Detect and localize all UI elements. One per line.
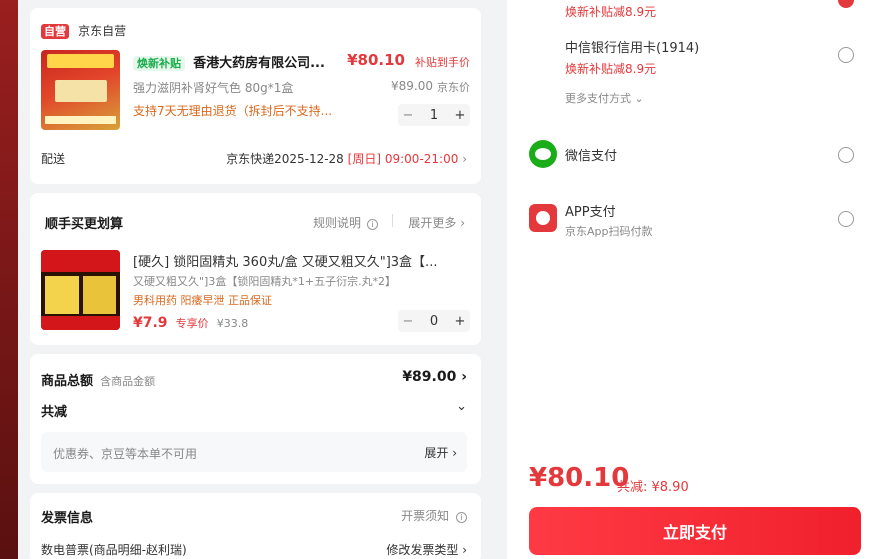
app-pay-sub-label: 京东App扫码付款 — [565, 225, 653, 238]
divider — [392, 214, 393, 227]
addon-title: 顺手买更划算 — [45, 217, 124, 232]
delivery-time: 09:00-21:00 — [384, 152, 459, 166]
top-subsidy-text: 焕新补贴减8.9元 — [565, 5, 657, 19]
addon-tag: 阳痿早泄 — [180, 294, 225, 307]
product-original-price: ¥89.00 — [391, 79, 433, 93]
info-icon: i — [366, 219, 378, 230]
coupon-box[interactable]: 优惠券、京豆等本单不可用 展开 › — [41, 432, 467, 472]
total-row: 商品总额 含商品金额 — [41, 370, 155, 389]
addon-card: 顺手买更划算 规则说明 i 展开更多 › [硬久] 锁阳固精丸 360丸/盒 又… — [30, 193, 481, 345]
chevron-right-icon: › — [462, 152, 467, 166]
more-payment-label: 更多支付方式 — [565, 92, 631, 105]
total-reduce: 共减: ¥8.90 — [617, 480, 689, 495]
product-card: 自营 京东自营 焕新补贴 香港大药房有限公司... ¥80.10 补贴到手价 强… — [30, 8, 481, 184]
product-price: ¥80.10 — [347, 51, 405, 69]
addon-quantity-stepper: − 0 + — [398, 310, 470, 332]
jd-app-icon — [529, 204, 557, 232]
citic-subsidy-text: 焕新补贴减8.9元 — [565, 62, 657, 76]
chevron-right-icon: › — [460, 216, 465, 230]
summary-card: 商品总额 含商品金额 ¥89.00 › 共减 ⌄ 优惠券、京豆等本单不可用 展开… — [30, 354, 481, 484]
product-thumbnail[interactable] — [41, 50, 120, 130]
addon-tags: 男科用药 阳痿早泄 正品保证 — [133, 292, 272, 308]
delivery-label: 配送 — [41, 152, 66, 166]
product-spec[interactable]: 强力滋阴补肾好气色 80g*1盒 — [133, 79, 293, 96]
invoice-notice-label: 开票须知 — [401, 509, 450, 523]
citic-radio[interactable] — [838, 47, 854, 63]
addon-tag: 男科用药 — [133, 294, 177, 307]
addon-price: ¥7.9 — [133, 315, 168, 331]
store-name[interactable]: 京东自营 — [78, 24, 126, 38]
background-strip — [0, 0, 18, 559]
addon-thumbnail[interactable] — [41, 250, 120, 330]
wechat-icon — [529, 140, 557, 168]
delivery-info[interactable]: 京东快递2025-12-28 [周日] 09:00-21:00 › — [226, 150, 467, 167]
payment-panel: 焕新补贴减8.9元 中信银行信用卡(1914) 焕新补贴减8.9元 更多支付方式… — [507, 0, 870, 559]
coupon-expand-label: 展开 — [424, 446, 449, 460]
chevron-down-icon[interactable]: ⌄ — [456, 399, 467, 414]
self-operated-badge: 自营 — [41, 24, 69, 39]
total-sub-label: 含商品金额 — [100, 375, 156, 388]
return-policy[interactable]: 支持7天无理由退货（拆封后不支持... — [133, 102, 332, 119]
invoice-notice-link[interactable]: 开票须知 i — [401, 507, 467, 524]
decrease-button[interactable]: − — [398, 314, 418, 329]
addon-product-title[interactable]: [硬久] 锁阳固精丸 360丸/盒 又硬又粗又久"]3盒【... — [133, 251, 467, 270]
total-value[interactable]: ¥89.00 › — [402, 369, 467, 385]
wechat-pay-label[interactable]: 微信支付 — [565, 145, 617, 164]
product-title-row: 焕新补贴 香港大药房有限公司... — [133, 52, 325, 71]
subsidy-badge: 焕新补贴 — [133, 56, 185, 71]
addon-tag: 正品保证 — [228, 294, 272, 307]
invoice-type: 数电普票(商品明细-赵利瑞) — [41, 543, 187, 557]
store-header: 自营 京东自营 — [41, 20, 126, 39]
rules-link-label: 规则说明 — [313, 216, 362, 230]
order-column: 自营 京东自营 焕新补贴 香港大药房有限公司... ¥80.10 补贴到手价 强… — [30, 0, 481, 559]
invoice-title: 发票信息 — [41, 511, 94, 526]
app-pay-label[interactable]: APP支付 — [565, 201, 616, 220]
product-title[interactable]: 香港大药房有限公司... — [193, 56, 325, 71]
addon-old-price: ¥33.8 — [216, 317, 249, 330]
addon-price-note: 专享价 — [175, 317, 209, 330]
delivery-weekday: [周日] — [347, 152, 382, 166]
more-payment-link[interactable]: 更多支付方式 ⌄ — [565, 90, 644, 106]
wechat-radio[interactable] — [838, 147, 854, 163]
pay-now-button[interactable]: 立即支付 — [529, 507, 861, 555]
addon-product-desc: 又硬又粗又久"]3盒【锁阳固精丸*1+五子衍宗.丸*2】 — [133, 275, 397, 288]
increase-button[interactable]: + — [450, 108, 470, 123]
total-label: 商品总额 — [41, 374, 94, 389]
expand-more-label: 展开更多 — [408, 216, 457, 230]
invoice-card: 发票信息 开票须知 i 数电普票(商品明细-赵利瑞) 修改发票类型 › — [30, 493, 481, 559]
quantity-stepper: − 1 + — [398, 104, 470, 126]
coupon-expand[interactable]: 展开 › — [424, 444, 457, 461]
info-icon: i — [456, 512, 467, 523]
addon-price-row: ¥7.9 专享价 ¥33.8 — [133, 312, 248, 331]
chevron-right-icon: › — [458, 543, 467, 557]
chevron-right-icon: › — [461, 369, 467, 385]
quantity-value[interactable]: 1 — [424, 108, 444, 123]
modify-invoice-label: 修改发票类型 — [386, 543, 459, 557]
rules-link[interactable]: 规则说明 i — [313, 214, 378, 231]
product-original-note: 京东价 — [437, 81, 470, 94]
final-price: ¥80.10 — [529, 463, 630, 493]
product-price-note: 补贴到手价 — [415, 56, 470, 69]
citic-card-name[interactable]: 中信银行信用卡(1914) — [565, 37, 699, 56]
app-pay-radio[interactable] — [838, 211, 854, 227]
decrease-button[interactable]: − — [398, 108, 418, 123]
total-amount: ¥89.00 — [402, 369, 457, 385]
quantity-value[interactable]: 0 — [424, 314, 444, 329]
chevron-down-icon: ⌄ — [631, 92, 644, 105]
expand-more-link[interactable]: 展开更多 › — [408, 214, 465, 231]
selected-radio[interactable] — [838, 0, 854, 8]
modify-invoice-link[interactable]: 修改发票类型 › — [386, 541, 467, 558]
reduce-label: 共减 — [41, 405, 68, 420]
delivery-date: 京东快递2025-12-28 — [226, 152, 344, 166]
coupon-text: 优惠券、京豆等本单不可用 — [53, 447, 198, 461]
chevron-right-icon: › — [448, 446, 457, 460]
increase-button[interactable]: + — [450, 314, 470, 329]
